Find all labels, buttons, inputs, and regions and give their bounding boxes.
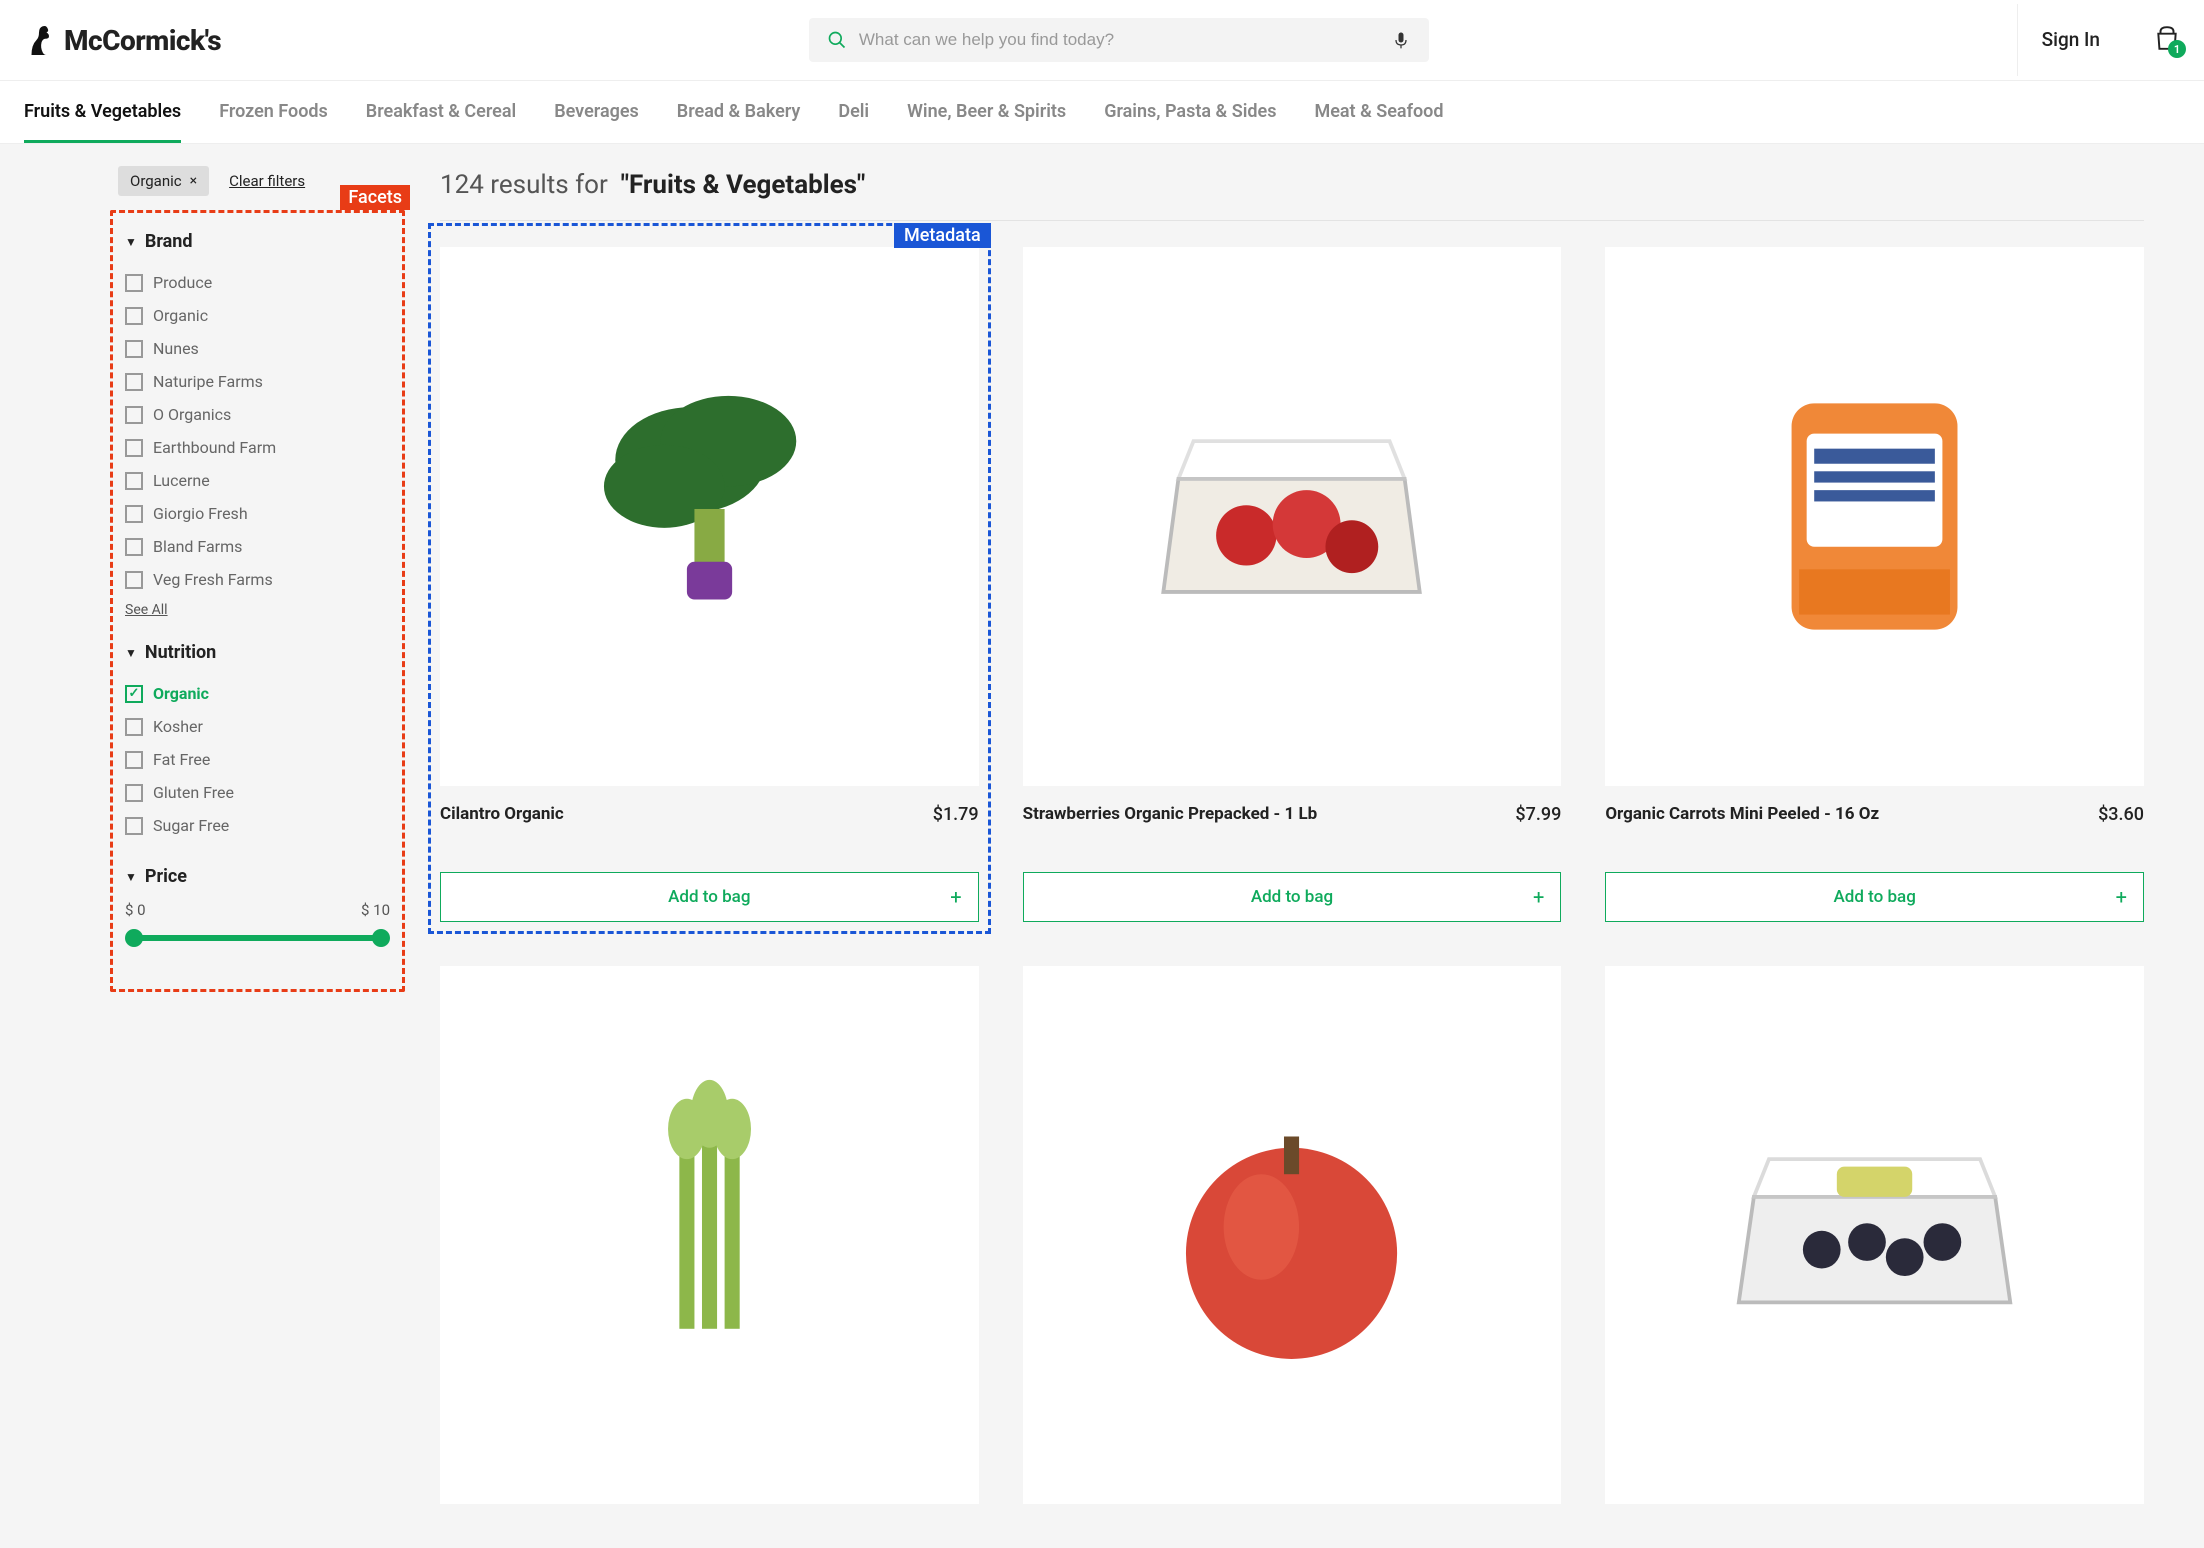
product-card[interactable]: Organic Carrots Mini Peeled - 16 Oz $3.60… <box>1605 247 2144 922</box>
product-name: Organic Carrots Mini Peeled - 16 Oz <box>1605 804 1879 854</box>
nav-item[interactable]: Bread & Bakery <box>677 101 801 143</box>
checkbox-icon <box>125 439 143 457</box>
search-icon <box>827 30 847 50</box>
price-min-label: $ 0 <box>125 901 146 919</box>
facet-option[interactable]: O Organics <box>125 398 390 431</box>
product-image <box>1023 966 1562 1505</box>
checkbox-icon <box>125 784 143 802</box>
add-to-bag-button[interactable]: Add to bag+ <box>440 872 979 922</box>
checkbox-icon <box>125 406 143 424</box>
results-header: 124 results for "Fruits & Vegetables" <box>440 170 2144 221</box>
add-to-bag-button[interactable]: Add to bag+ <box>1023 872 1562 922</box>
annotation-facets-label: Facets <box>340 185 410 210</box>
nav-item[interactable]: Frozen Foods <box>219 101 328 143</box>
checkbox-icon: ✓ <box>125 685 143 703</box>
facet-option[interactable]: Sugar Free <box>125 809 390 842</box>
product-card[interactable]: Strawberries Organic Prepacked - 1 Lb $7.… <box>1023 247 1562 922</box>
checkbox-icon <box>125 538 143 556</box>
product-image <box>440 247 979 786</box>
sign-in-button[interactable]: Sign In <box>2017 4 2124 76</box>
product-card[interactable] <box>1605 966 2144 1523</box>
product-card[interactable]: MetadataCilantro Organic$1.79Add to bag+ <box>440 247 979 922</box>
cart-button[interactable]: 1 <box>2154 24 2180 56</box>
plus-icon: + <box>950 885 961 909</box>
product-price: $7.99 <box>1515 804 1561 854</box>
price-slider[interactable] <box>125 927 390 947</box>
results-area: 124 results for "Fruits & Vegetables" Me… <box>380 144 2204 1548</box>
facet-price: ▼ Price $ 0 $ 10 <box>125 866 390 947</box>
checkbox-icon <box>125 373 143 391</box>
product-image <box>440 966 979 1505</box>
facet-option[interactable]: Veg Fresh Farms <box>125 563 390 596</box>
search-input[interactable] <box>859 30 1379 50</box>
add-to-bag-button[interactable]: Add to bag+ <box>1605 872 2144 922</box>
nav-item[interactable]: Meat & Seafood <box>1314 101 1443 143</box>
facet-option[interactable]: Produce <box>125 266 390 299</box>
facet-option[interactable]: Naturipe Farms <box>125 365 390 398</box>
nav-item[interactable]: Wine, Beer & Spirits <box>907 101 1066 143</box>
facet-option[interactable]: Bland Farms <box>125 530 390 563</box>
dog-logo-icon <box>24 22 54 58</box>
nav-item[interactable]: Beverages <box>554 101 639 143</box>
facet-option[interactable]: Earthbound Farm <box>125 431 390 464</box>
caret-down-icon: ▼ <box>125 870 137 884</box>
price-max-label: $ 10 <box>361 901 390 919</box>
brand-logo[interactable]: McCormick's <box>24 22 221 58</box>
price-slider-max-thumb[interactable] <box>372 929 390 947</box>
product-image <box>1605 247 2144 786</box>
product-name: Cilantro Organic <box>440 804 564 854</box>
clear-filters-link[interactable]: Clear filters <box>229 172 305 190</box>
product-name: Strawberries Organic Prepacked - 1 Lb <box>1023 804 1318 854</box>
checkbox-icon <box>125 472 143 490</box>
facet-option[interactable]: Gluten Free <box>125 776 390 809</box>
plus-icon: + <box>1533 885 1544 909</box>
brand-name: McCormick's <box>64 24 221 57</box>
checkbox-icon <box>125 340 143 358</box>
filter-sidebar: Organic × Clear filters Facets ▼ Brand P… <box>0 144 380 1548</box>
product-card[interactable] <box>440 966 979 1523</box>
nav-item[interactable]: Fruits & Vegetables <box>24 101 181 143</box>
facet-option[interactable]: Lucerne <box>125 464 390 497</box>
checkbox-icon <box>125 571 143 589</box>
facet-option[interactable]: Organic <box>125 299 390 332</box>
product-price: $3.60 <box>2098 804 2144 854</box>
nav-item[interactable]: Breakfast & Cereal <box>366 101 516 143</box>
microphone-icon[interactable] <box>1391 30 1411 50</box>
caret-down-icon: ▼ <box>125 235 137 249</box>
category-nav: Fruits & Vegetables Frozen Foods Breakfast… <box>0 81 2204 144</box>
product-image <box>1023 247 1562 786</box>
facet-option[interactable]: Nunes <box>125 332 390 365</box>
facet-price-toggle[interactable]: ▼ Price <box>125 866 390 887</box>
annotation-metadata-label: Metadata <box>894 223 991 248</box>
facet-option[interactable]: Fat Free <box>125 743 390 776</box>
product-image <box>1605 966 2144 1505</box>
checkbox-icon <box>125 718 143 736</box>
cart-count-badge: 1 <box>2168 40 2186 58</box>
nav-item[interactable]: Deli <box>838 101 869 143</box>
filter-chip-organic[interactable]: Organic × <box>118 166 209 196</box>
search-bar <box>809 18 1429 62</box>
facets-panel: Facets ▼ Brand ProduceOrganicNunesNaturi… <box>110 210 405 992</box>
facet-nutrition: ▼ Nutrition ✓OrganicKosherFat FreeGluten… <box>125 642 390 842</box>
caret-down-icon: ▼ <box>125 646 137 660</box>
plus-icon: + <box>2116 885 2127 909</box>
checkbox-icon <box>125 307 143 325</box>
facet-nutrition-toggle[interactable]: ▼ Nutrition <box>125 642 390 663</box>
facet-option[interactable]: Giorgio Fresh <box>125 497 390 530</box>
product-price: $1.79 <box>933 804 979 854</box>
facet-brand: ▼ Brand ProduceOrganicNunesNaturipe Farm… <box>125 231 390 618</box>
checkbox-icon <box>125 505 143 523</box>
header: McCormick's Sign In 1 <box>0 0 2204 81</box>
facet-option[interactable]: ✓Organic <box>125 677 390 710</box>
price-slider-min-thumb[interactable] <box>125 929 143 947</box>
facet-brand-toggle[interactable]: ▼ Brand <box>125 231 390 252</box>
product-card[interactable] <box>1023 966 1562 1523</box>
checkbox-icon <box>125 274 143 292</box>
checkbox-icon <box>125 751 143 769</box>
checkbox-icon <box>125 817 143 835</box>
nav-item[interactable]: Grains, Pasta & Sides <box>1104 101 1276 143</box>
brand-see-all-link[interactable]: See All <box>125 602 168 618</box>
chip-remove-icon[interactable]: × <box>190 173 197 189</box>
facet-option[interactable]: Kosher <box>125 710 390 743</box>
